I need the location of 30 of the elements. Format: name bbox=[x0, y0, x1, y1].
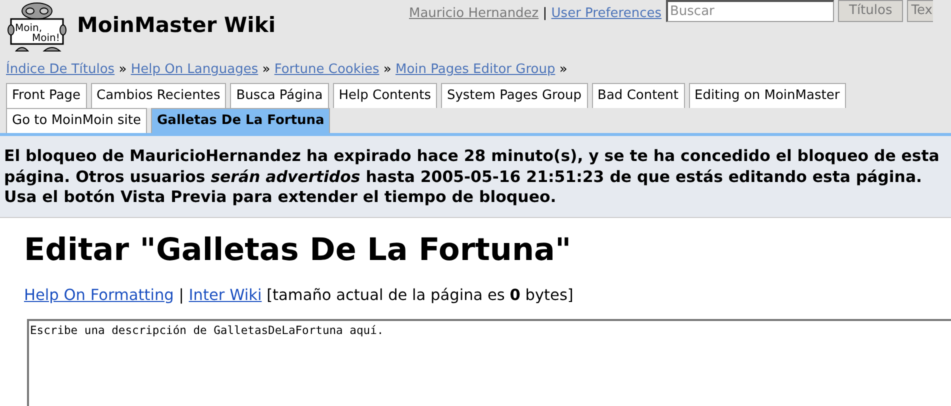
breadcrumb-link[interactable]: Help On Languages bbox=[130, 62, 258, 77]
logo[interactable]: Moin, Moin! bbox=[6, 2, 68, 54]
search-field[interactable]: Buscar bbox=[666, 0, 834, 22]
breadcrumb-separator: » bbox=[261, 62, 272, 77]
nav-tab[interactable]: Editing on MoinMaster bbox=[688, 83, 846, 108]
nav-tab[interactable]: Bad Content bbox=[592, 83, 685, 108]
nav-tab[interactable]: System Pages Group bbox=[440, 83, 588, 108]
nav-tab[interactable]: Galletas De La Fortuna bbox=[151, 108, 330, 133]
breadcrumb-link[interactable]: Índice De Títulos bbox=[6, 62, 115, 77]
user-name-link[interactable]: Mauricio Hernandez bbox=[409, 6, 539, 21]
breadcrumb-separator: » bbox=[558, 62, 568, 77]
lock-message: El bloqueo de MauricioHernandez ha expirado hace 28 minuto(s), y se te ha concedido el bloqueo de esta página. Otros usuarios serán advertidos hasta 2005-05-16 21:51:23 de que estás editando esta página. Usa el botón Vista Previa para extender el tiempo de bloqueo. bbox=[0, 136, 951, 218]
link-separator: | bbox=[178, 286, 185, 304]
breadcrumb-link[interactable]: Fortune Cookies bbox=[274, 62, 380, 77]
page-size-note: [tamaño actual de la página es 0 bytes] bbox=[266, 286, 574, 304]
nav-tab[interactable]: Cambios Recientes bbox=[90, 83, 226, 108]
help-link[interactable]: Help On Formatting bbox=[24, 286, 174, 304]
nav-tab[interactable]: Help Contents bbox=[332, 83, 437, 108]
preferences-link[interactable]: User Preferences bbox=[551, 6, 662, 21]
page-heading: Editar "Galletas De La Fortuna" bbox=[24, 230, 572, 270]
site-title[interactable]: MoinMaster Wiki bbox=[77, 10, 276, 42]
help-link[interactable]: Inter Wiki bbox=[188, 286, 262, 304]
breadcrumb-separator: » bbox=[382, 62, 392, 77]
editor-textarea[interactable]: Escribe una descripción de GalletasDeLaFortuna aquí. bbox=[27, 319, 951, 406]
nav-tab[interactable]: Go to MoinMoin site bbox=[6, 108, 147, 133]
link-separator: | bbox=[542, 6, 548, 21]
breadcrumb-separator: » bbox=[118, 62, 128, 77]
breadcrumb-link[interactable]: Moin Pages Editor Group bbox=[395, 62, 556, 77]
nav-tab[interactable]: Busca Página bbox=[230, 83, 329, 108]
nav-tab[interactable]: Front Page bbox=[6, 83, 86, 108]
